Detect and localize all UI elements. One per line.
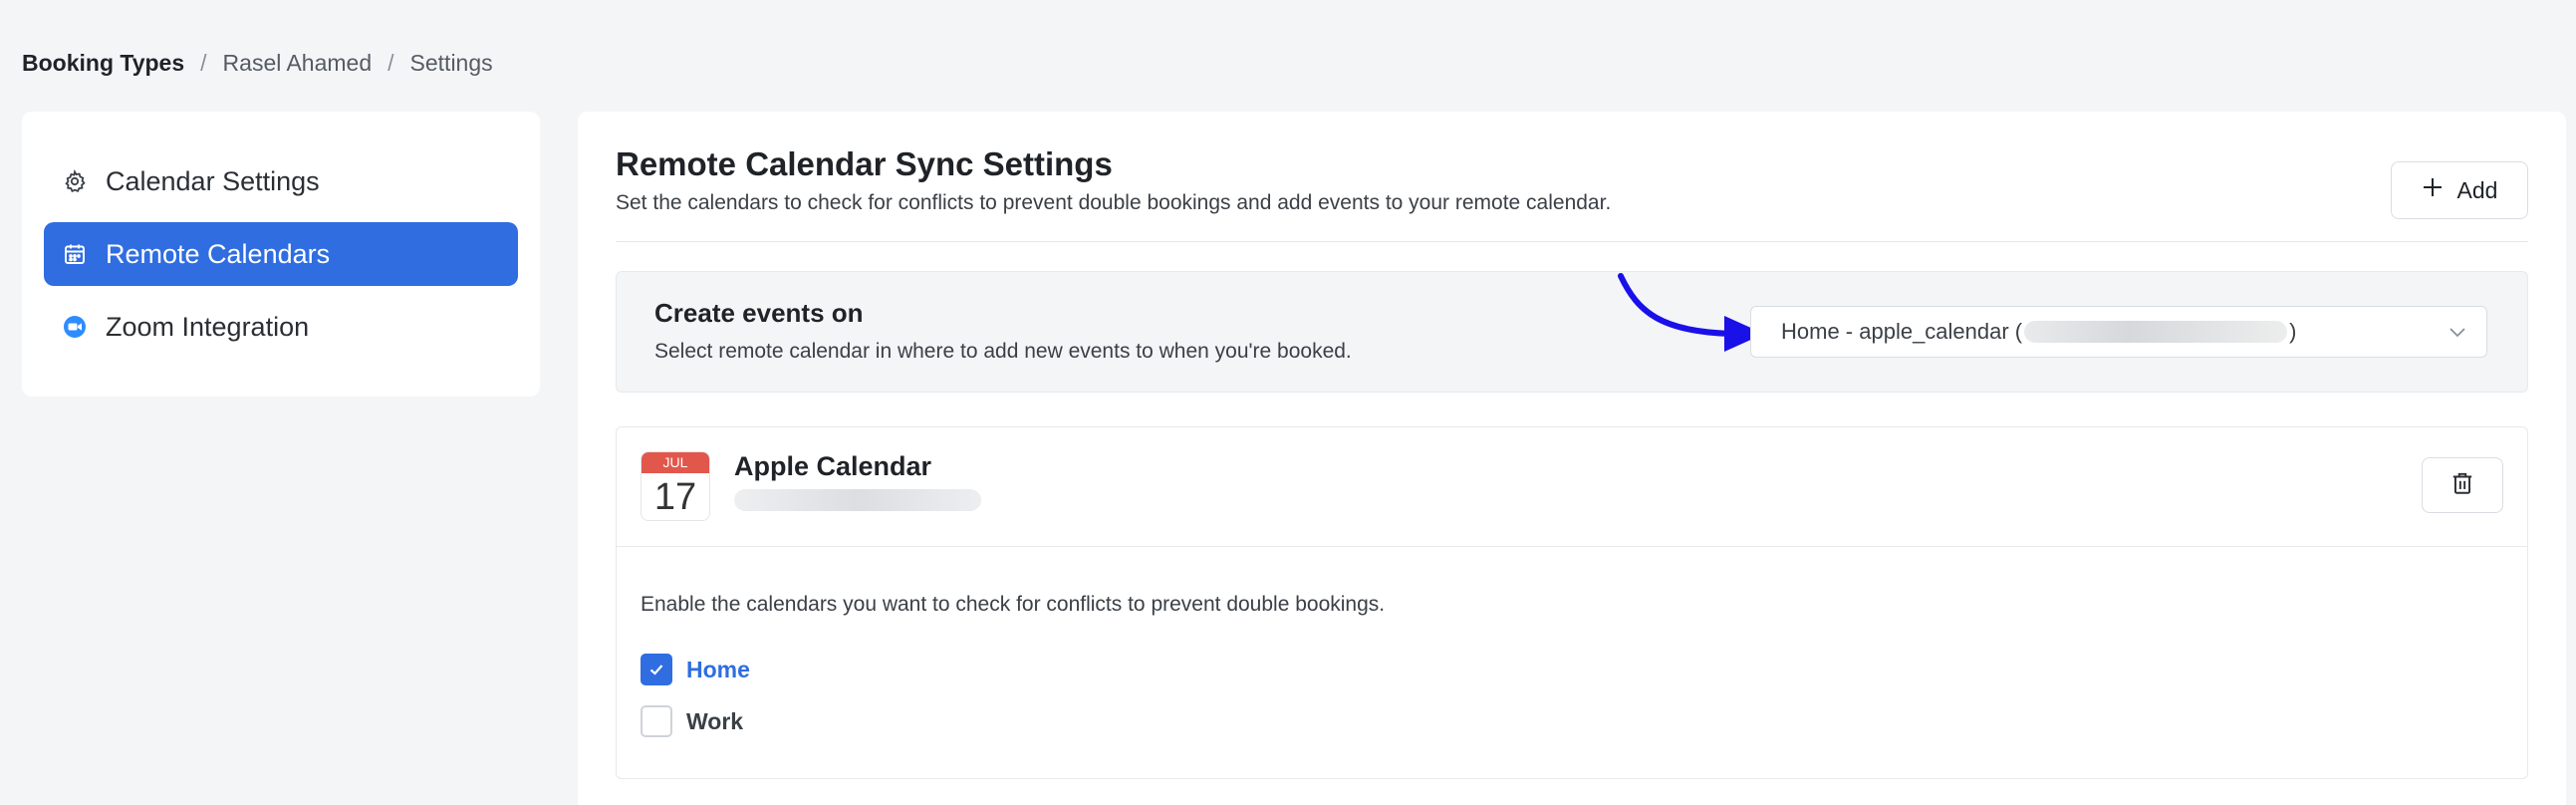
select-value-suffix: )	[2289, 319, 2297, 344]
home-checkbox-label: Home	[686, 656, 750, 682]
gear-icon	[62, 168, 88, 194]
create-events-calendar-select[interactable]: Home - apple_calendar ( )	[1750, 306, 2487, 358]
add-button-label: Add	[2456, 176, 2498, 203]
conflict-check-description: Enable the calendars you want to check f…	[641, 593, 1386, 616]
sidebar-item-remote-calendars[interactable]: Remote Calendars	[44, 222, 518, 286]
create-events-section: Create events on Select remote calendar …	[616, 271, 2528, 393]
create-events-title: Create events on	[654, 298, 864, 328]
apple-calendar-card: JUL 17 Apple Calendar Enable the calenda…	[616, 426, 2528, 779]
zoom-icon	[62, 314, 88, 340]
breadcrumb-separator: /	[200, 50, 207, 76]
trash-icon	[2449, 470, 2475, 501]
apple-calendar-icon: JUL 17	[641, 451, 710, 521]
redacted-account-email	[734, 489, 981, 511]
breadcrumb-separator: /	[387, 50, 394, 76]
add-calendar-button[interactable]: Add	[2391, 161, 2528, 219]
calendar-icon	[62, 241, 88, 267]
calendar-card-header: JUL 17 Apple Calendar	[617, 427, 2527, 547]
sidebar-item-zoom-integration[interactable]: Zoom Integration	[44, 295, 518, 359]
calendar-provider-name: Apple Calendar	[734, 451, 932, 481]
remote-calendar-panel: Remote Calendar Sync Settings Set the ca…	[578, 112, 2566, 805]
page-description: Set the calendars to check for conflicts…	[616, 191, 1612, 214]
delete-calendar-button[interactable]	[2422, 457, 2503, 513]
redacted-email	[2024, 321, 2288, 343]
sidebar-item-label: Remote Calendars	[106, 238, 331, 269]
sidebar-item-label: Zoom Integration	[106, 311, 310, 342]
work-checkbox[interactable]	[641, 705, 672, 737]
settings-sidebar: Calendar Settings Remote Calendars Zoom …	[22, 112, 540, 397]
sidebar-item-label: Calendar Settings	[106, 165, 320, 196]
chevron-down-icon	[2447, 321, 2468, 349]
calendar-icon-day: 17	[653, 476, 697, 518]
select-value-prefix: Home - apple_calendar (	[1781, 319, 2023, 344]
page-title: Remote Calendar Sync Settings	[616, 145, 1113, 182]
breadcrumb-user[interactable]: Rasel Ahamed	[223, 48, 373, 78]
calendar-icon-month: JUL	[642, 452, 709, 473]
checkmark-icon	[649, 665, 663, 675]
calendar-option-home[interactable]: Home	[641, 653, 750, 686]
create-events-description: Select remote calendar in where to add n…	[654, 340, 1352, 363]
calendar-option-work[interactable]: Work	[641, 704, 743, 738]
sidebar-item-calendar-settings[interactable]: Calendar Settings	[44, 149, 518, 213]
divider	[616, 241, 2528, 242]
breadcrumb-booking-types[interactable]: Booking Types	[22, 48, 184, 78]
breadcrumb: Booking Types / Rasel Ahamed / Settings	[22, 48, 493, 78]
breadcrumb-settings: Settings	[409, 50, 493, 76]
work-checkbox-label: Work	[686, 707, 744, 734]
home-checkbox[interactable]	[641, 654, 672, 685]
plus-icon	[2422, 176, 2444, 204]
